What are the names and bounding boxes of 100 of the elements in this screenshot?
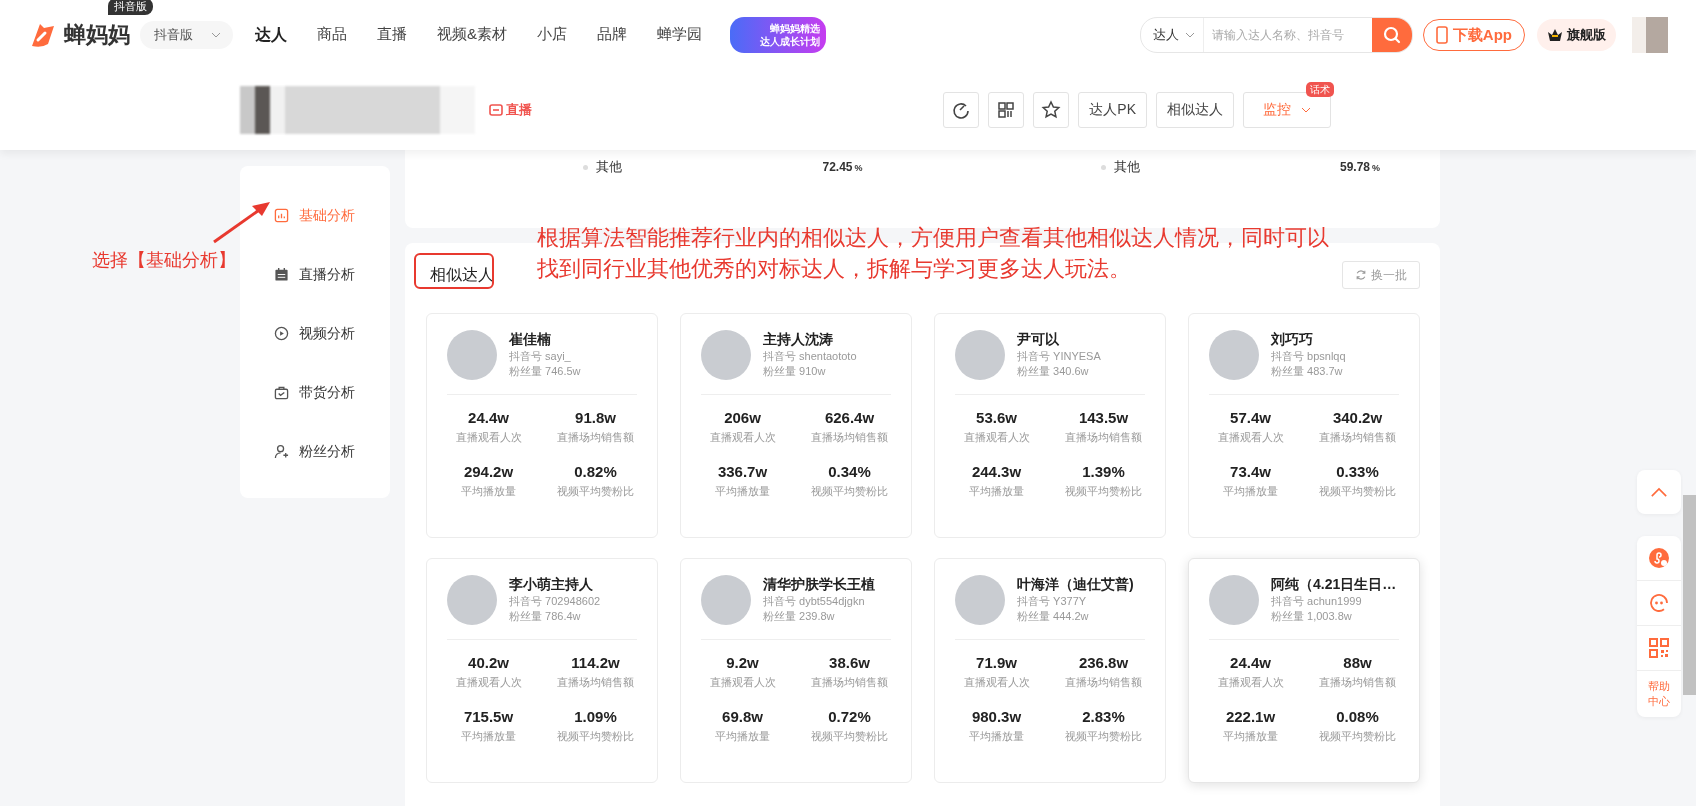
stat-value: 9.2w: [726, 654, 759, 671]
qr-code-icon: [996, 100, 1017, 120]
stat-value: 0.72%: [828, 708, 871, 725]
douyin-id: 抖音号 702948602: [509, 594, 601, 609]
creator-card[interactable]: 崔佳楠 抖音号 sayi_ 粉丝量 746.5w 24.4w 直播观看人次 91.8w 直播场均销售额 294.2w 平均播放量 0.82% 视频平均赞粉比: [426, 313, 658, 538]
stat-value: 244.3w: [971, 463, 1022, 480]
creator-card[interactable]: 阿纯（4.21日生日… 抖音号 achun1999 粉丝量 1,003.8w 24.4w 直播观看人次 88w 直播场均销售额 222.1w 平均播放量 0.08% 视频平均赞粉比: [1188, 558, 1420, 783]
creator-card[interactable]: 清华护肤学长王植 抖音号 dybt554djgkn 粉丝量 239.8w 9.2w 直播观看人次 38.6w 直播场均销售额 69.8w 平均播放量 0.72% 视频平均赞粉比: [680, 558, 912, 783]
creator-card[interactable]: 尹可以 抖音号 YINYESA 粉丝量 340.6w 53.6w 直播观看人次 143.5w 直播场均销售额 244.3w 平均播放量 1.39% 视频平均赞粉比: [934, 313, 1166, 538]
back-to-top-button[interactable]: [1637, 470, 1681, 514]
fan-count: 粉丝量 1,003.8w: [1271, 609, 1353, 624]
stat-label: 平均播放量: [715, 484, 770, 499]
stat-label: 直播观看人次: [1217, 430, 1284, 445]
stat-label: 直播场均销售额: [1065, 430, 1142, 445]
favorite-button[interactable]: [1033, 92, 1070, 128]
percentage-value: 72.45 %: [822, 160, 863, 174]
qr-code-button[interactable]: [988, 92, 1025, 128]
fan-count: 粉丝量 444.2w: [1017, 609, 1090, 624]
stat-value: 294.2w: [463, 463, 514, 480]
search-scope-select[interactable]: 达人: [1140, 18, 1204, 52]
stat-value: 236.8w: [1078, 654, 1129, 671]
refresh-icon: [1355, 269, 1367, 281]
stat-label: 平均播放量: [1223, 729, 1278, 744]
legend-label: 其他: [1113, 158, 1141, 176]
douyin-id: 抖音号 sayi_: [509, 349, 572, 364]
stat-value: 0.33%: [1336, 463, 1379, 480]
douyin-id: 抖音号 YINYESA: [1017, 349, 1101, 364]
avatar-placeholder: [1209, 575, 1259, 625]
stat-value: 91.8w: [575, 409, 616, 426]
percentage-value: 59.78 %: [1339, 160, 1380, 174]
stat-label: 直播场均销售额: [1319, 675, 1396, 690]
flagship-edition-button[interactable]: 旗舰版: [1537, 19, 1616, 51]
stat-label: 平均播放量: [715, 729, 770, 744]
stat-value: 38.6w: [829, 654, 870, 671]
fan-count: 粉丝量 910w: [763, 364, 827, 379]
creator-name: 刘巧巧: [1271, 330, 1314, 349]
stat-value: 980.3w: [971, 708, 1022, 725]
stat-label: 直播场均销售额: [1319, 430, 1396, 445]
creator-name: 主持人沈涛: [763, 330, 834, 349]
sidebar-item[interactable]: 粉丝分析: [240, 422, 390, 481]
nav-tab[interactable]: 视频&素材: [437, 24, 507, 46]
search-button[interactable]: [1371, 18, 1412, 52]
stat-label: 平均播放量: [969, 484, 1024, 499]
stat-label: 视频平均赞粉比: [1065, 729, 1142, 744]
header-action-button[interactable]: 相似达人: [1156, 92, 1234, 128]
stat-value: 24.4w: [1230, 654, 1271, 671]
stat-value: 0.34%: [828, 463, 871, 480]
chevron-up-icon: [1650, 486, 1668, 498]
stat-label: 视频平均赞粉比: [557, 729, 634, 744]
nav-tab[interactable]: 蝉学园: [657, 24, 702, 46]
stat-label: 视频平均赞粉比: [557, 484, 634, 499]
chevron-down-icon: [1301, 107, 1311, 113]
avatar-placeholder[interactable]: [1632, 17, 1668, 53]
stat-value: 69.8w: [722, 708, 763, 725]
fan-count: 粉丝量 786.4w: [509, 609, 582, 624]
stat-label: 平均播放量: [1223, 484, 1278, 499]
nav-tab[interactable]: 小店: [537, 24, 567, 46]
stat-label: 直播观看人次: [963, 675, 1030, 690]
creator-card[interactable]: 主持人沈涛 抖音号 shentaototo 粉丝量 910w 206w 直播观看人次 626.4w 直播场均销售额 336.7w 平均播放量 0.34% 视频平均赞粉比: [680, 313, 912, 538]
stat-label: 直播场均销售额: [811, 675, 888, 690]
avatar-placeholder: [447, 575, 497, 625]
nav-tab[interactable]: 商品: [317, 24, 347, 46]
sidebar-item[interactable]: 直播分析: [240, 245, 390, 304]
stat-label: 平均播放量: [969, 729, 1024, 744]
avatar-placeholder: [447, 330, 497, 380]
chevron-down-icon: [1184, 32, 1195, 38]
creator-name: 叶海洋（迪仕艾普): [1017, 575, 1134, 594]
avatar-placeholder: [955, 330, 1005, 380]
nav-tab[interactable]: 品牌: [597, 24, 627, 46]
fan-count: 粉丝量 340.6w: [1017, 364, 1090, 379]
header-action-button[interactable]: 达人PK: [1078, 92, 1147, 128]
promo-banner[interactable]: 蝉妈妈精选 达人成长计划: [730, 17, 826, 53]
qr-code-icon: [1648, 637, 1670, 659]
stat-value: 40.2w: [468, 654, 509, 671]
creator-card[interactable]: 叶海洋（迪仕艾普) 抖音号 Y377Y 粉丝量 444.2w 71.9w 直播观看人次 236.8w 直播场均销售额 980.3w 平均播放量 2.83% 视频平均赞粉比: [934, 558, 1166, 783]
sidebar-item[interactable]: 视频分析: [240, 304, 390, 363]
crown-icon: [1547, 28, 1563, 42]
search-field[interactable]: 达人 请输入达人名称、抖音号: [1139, 17, 1413, 53]
stat-label: 直播观看人次: [1217, 675, 1284, 690]
platform-select[interactable]: 抖音版: [140, 21, 233, 49]
stat-value: 1.09%: [574, 708, 617, 725]
nav-tab[interactable]: 达人: [255, 24, 287, 46]
creator-card[interactable]: 刘巧巧 抖音号 bpsnlqq 粉丝量 483.7w 57.4w 直播观看人次 340.2w 直播场均销售额 73.4w 平均播放量 0.33% 视频平均赞粉比: [1188, 313, 1420, 538]
annotation-text: 根据算法智能推荐行业内的相似达人，方便用户查看其他相似达人情况，同时可以找到同行业其他优秀的对标达人，拆解与学习更多达人玩法。: [537, 224, 1330, 283]
creator-name: 阿纯（4.21日生日…: [1271, 575, 1397, 594]
refresh-button[interactable]: [943, 92, 980, 128]
person-icon: [274, 444, 289, 459]
edition-badge: 抖音版: [108, 0, 153, 15]
stat-value: 0.08%: [1336, 708, 1379, 725]
sidebar-item[interactable]: 带货分析: [240, 363, 390, 422]
stat-value: 57.4w: [1230, 409, 1271, 426]
nav-tab[interactable]: 直播: [377, 24, 407, 46]
tag-badge: 话术: [1306, 82, 1334, 97]
stat-label: 视频平均赞粉比: [811, 484, 888, 499]
stat-label: 视频平均赞粉比: [811, 729, 888, 744]
play-icon: [274, 326, 289, 341]
annotation-label: 选择【基础分析】: [92, 249, 236, 272]
creator-name: 清华护肤学长王植: [763, 575, 875, 594]
search-icon: [1381, 25, 1402, 45]
creator-card[interactable]: 李小萌主持人 抖音号 702948602 粉丝量 786.4w 40.2w 直播观看人次 114.2w 直播场均销售额 715.5w 平均播放量 1.09% 视频平均赞粉比: [426, 558, 658, 783]
